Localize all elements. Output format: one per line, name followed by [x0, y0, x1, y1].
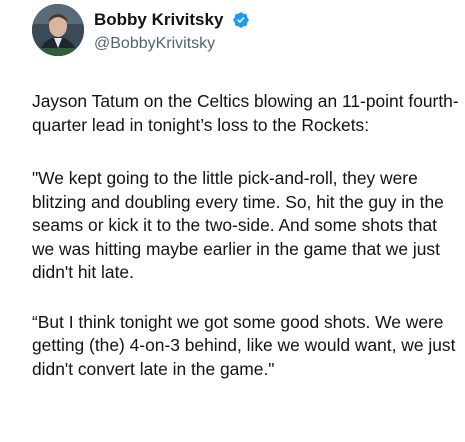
avatar[interactable] [32, 4, 84, 56]
tweet-paragraph: Jayson Tatum on the Celtics blowing an 1… [32, 91, 459, 135]
tweet-text: Jayson Tatum on the Celtics blowing an 1… [32, 90, 462, 404]
profile-photo [32, 4, 84, 56]
tweet-paragraph: “But I think tonight we got some good sh… [32, 311, 456, 379]
author-name-row: Bobby Krivitsky [94, 10, 250, 30]
verified-badge-icon [233, 12, 249, 28]
handle[interactable]: @BobbyKrivitsky [94, 34, 215, 54]
tweet-paragraph: "We kept going to the little pick-and-ro… [32, 168, 444, 282]
display-name[interactable]: Bobby Krivitsky [94, 10, 223, 30]
tweet-header: Bobby Krivitsky @BobbyKrivitsky [32, 4, 452, 60]
